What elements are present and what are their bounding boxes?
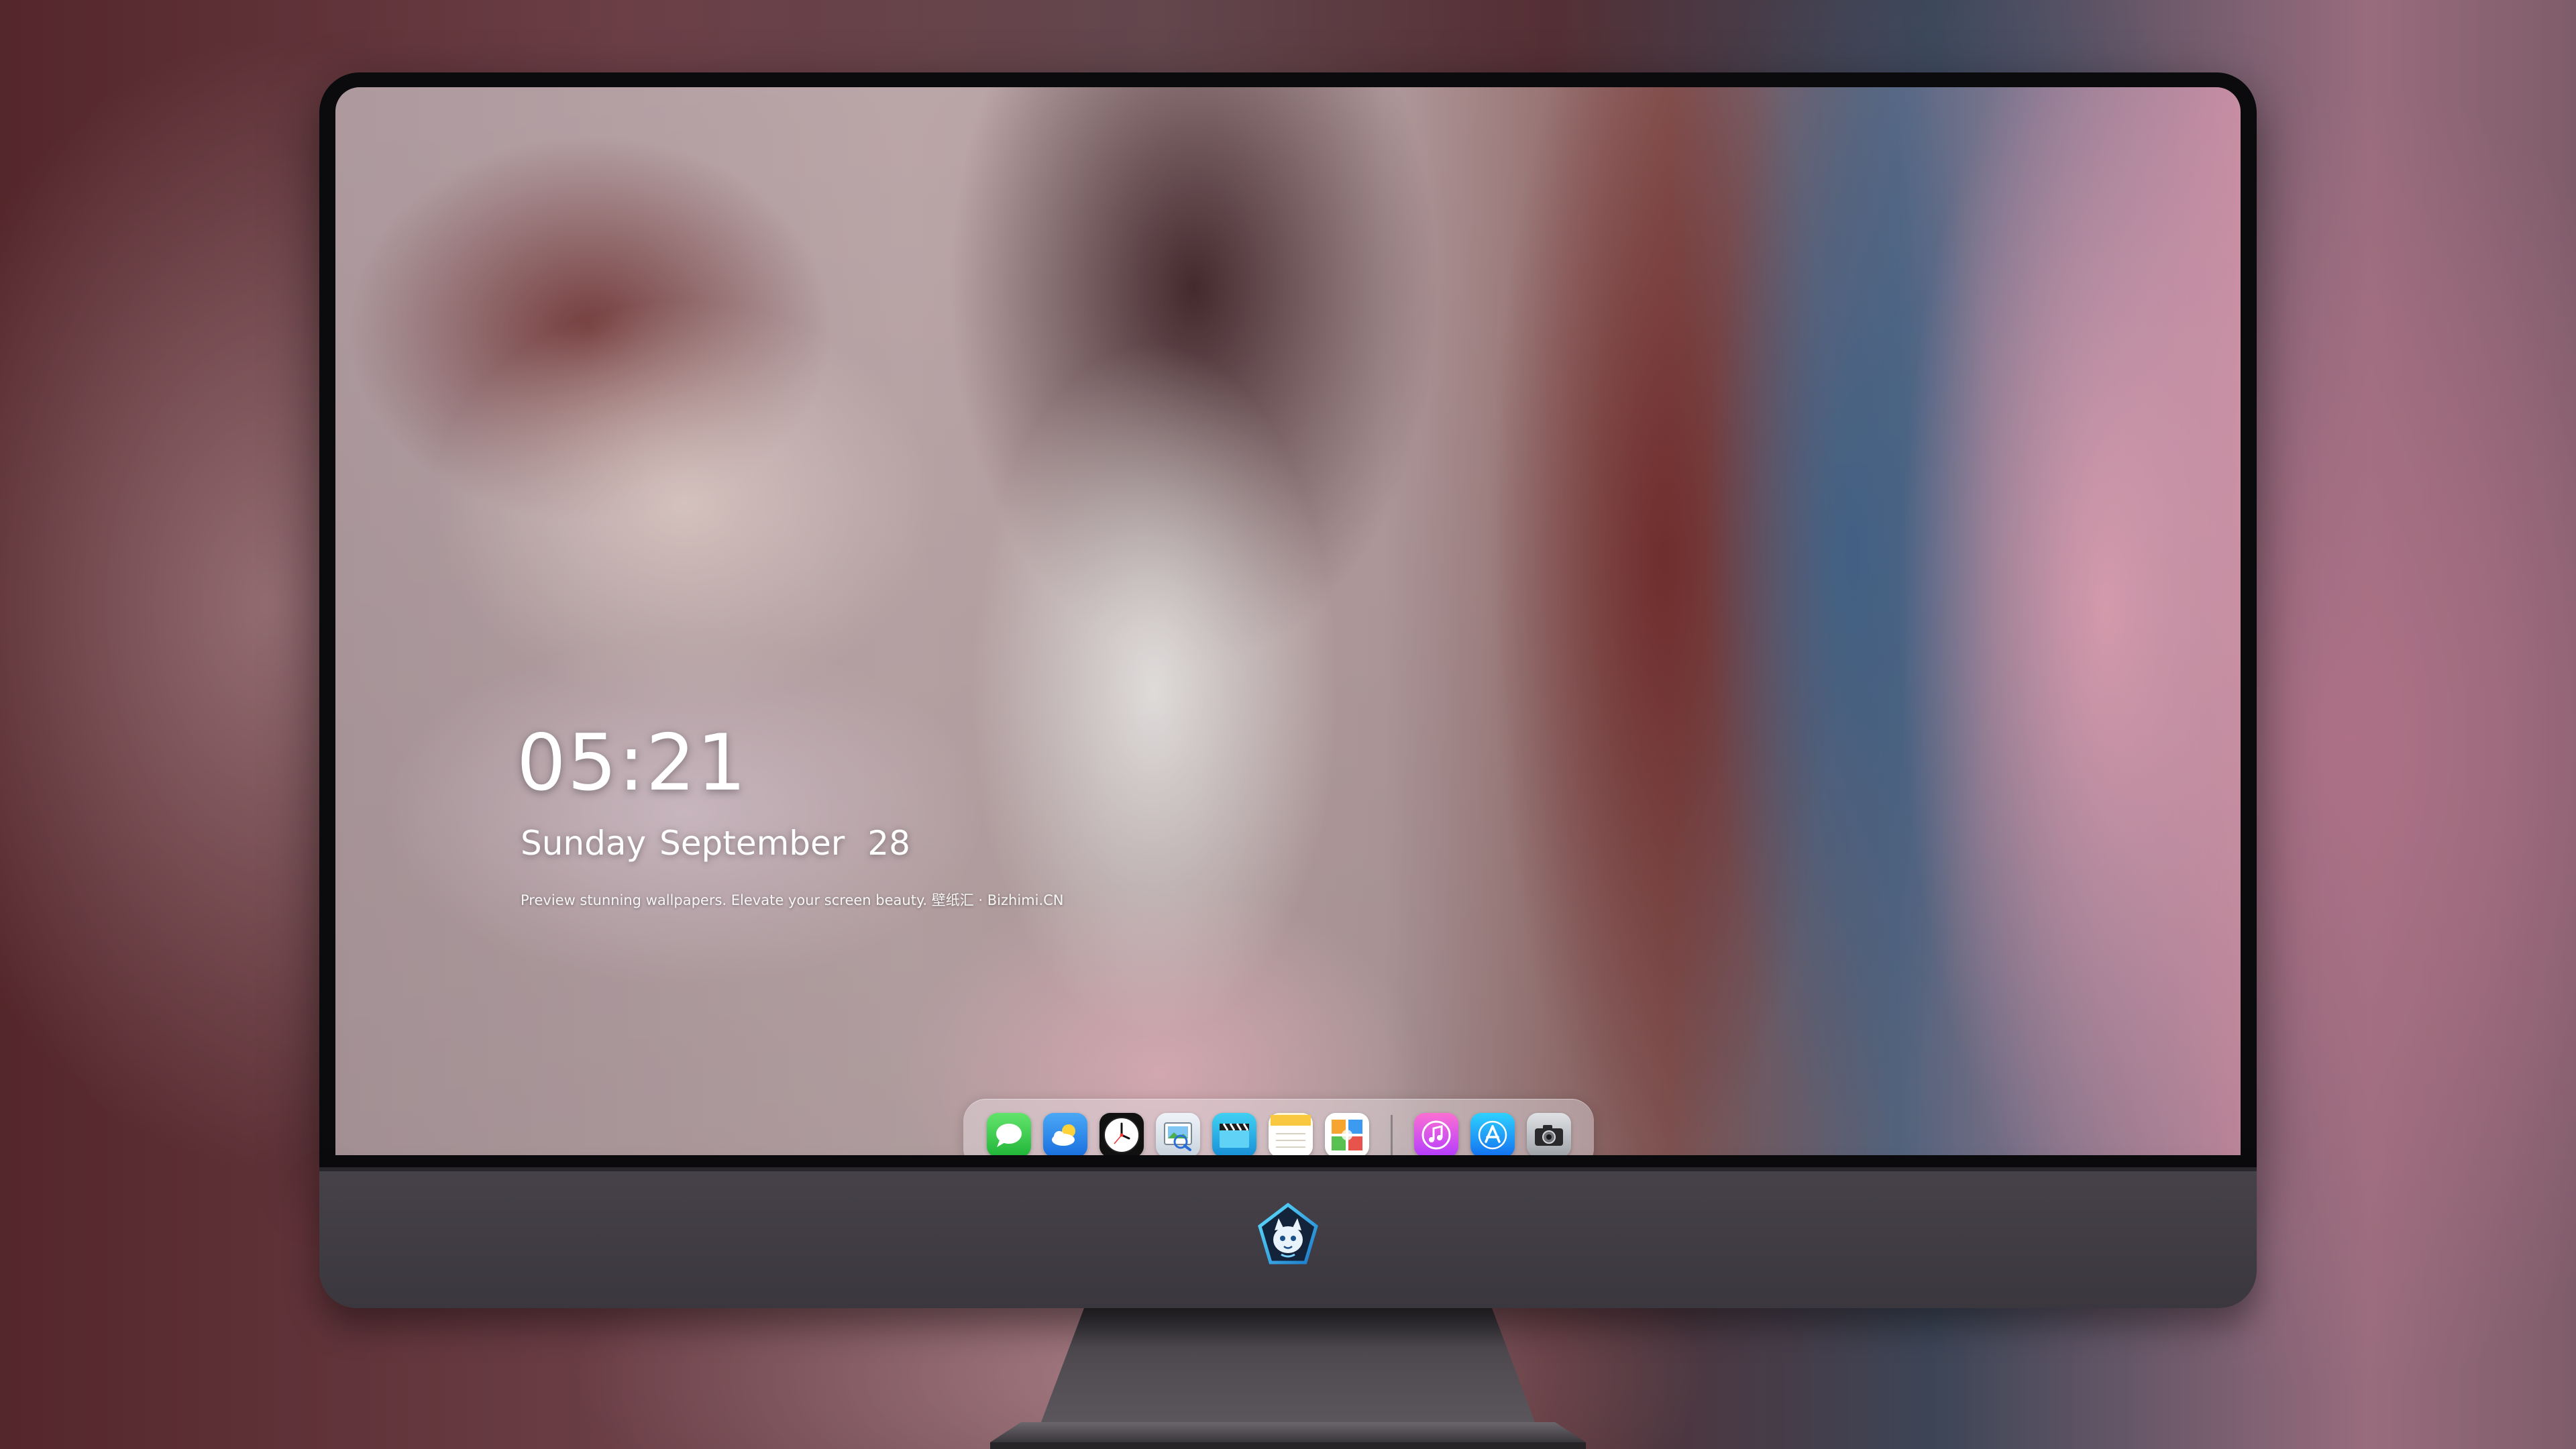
clock-icon: [1103, 1117, 1140, 1153]
dock-app-photo-booth[interactable]: [1324, 1113, 1369, 1155]
messages-icon: [996, 1124, 1022, 1147]
blurred-background: 05:21 Sunday September 28 Preview stunni…: [0, 0, 2576, 1449]
lock-screen-weekday: Sunday: [521, 824, 647, 863]
photos-icon: [1331, 1120, 1362, 1150]
dock-app-app-store[interactable]: [1470, 1113, 1515, 1155]
monitor-chin: [319, 1167, 2257, 1308]
lock-screen-time: 05:21: [517, 718, 748, 808]
lock-screen-day: 28: [867, 824, 910, 863]
monitor: 05:21 Sunday September 28 Preview stunni…: [319, 72, 2257, 1308]
monitor-bezel: 05:21 Sunday September 28 Preview stunni…: [319, 72, 2257, 1167]
dock-app-weather[interactable]: [1042, 1113, 1087, 1155]
dock-app-camera[interactable]: [1526, 1113, 1571, 1155]
mascot-logo-icon: [1258, 1202, 1318, 1265]
dock-app-clips[interactable]: [1212, 1113, 1256, 1155]
dock-app-preview[interactable]: [1155, 1113, 1200, 1155]
dock-app-notes[interactable]: [1268, 1113, 1313, 1155]
dock: [963, 1099, 1594, 1155]
dock-app-messages[interactable]: [986, 1113, 1031, 1155]
camera-icon: [1534, 1125, 1563, 1146]
clapperboard-icon: [1219, 1123, 1249, 1148]
notes-icon: [1270, 1115, 1311, 1148]
desktop-screen[interactable]: 05:21 Sunday September 28 Preview stunni…: [335, 87, 2241, 1155]
dock-app-clock[interactable]: [1099, 1113, 1144, 1155]
music-note-icon: [1421, 1120, 1450, 1150]
lock-screen-month: September: [659, 824, 845, 863]
app-store-icon: [1478, 1120, 1507, 1150]
preview-icon: [1163, 1122, 1192, 1151]
monitor-stand: [990, 1308, 1586, 1449]
lock-screen-date: Sunday September 28: [521, 824, 910, 863]
dock-app-itunes[interactable]: [1413, 1113, 1458, 1155]
dock-separator: [1390, 1115, 1393, 1155]
wallpaper-caption: Preview stunning wallpapers. Elevate you…: [521, 892, 1064, 908]
weather-icon: [1051, 1124, 1075, 1146]
